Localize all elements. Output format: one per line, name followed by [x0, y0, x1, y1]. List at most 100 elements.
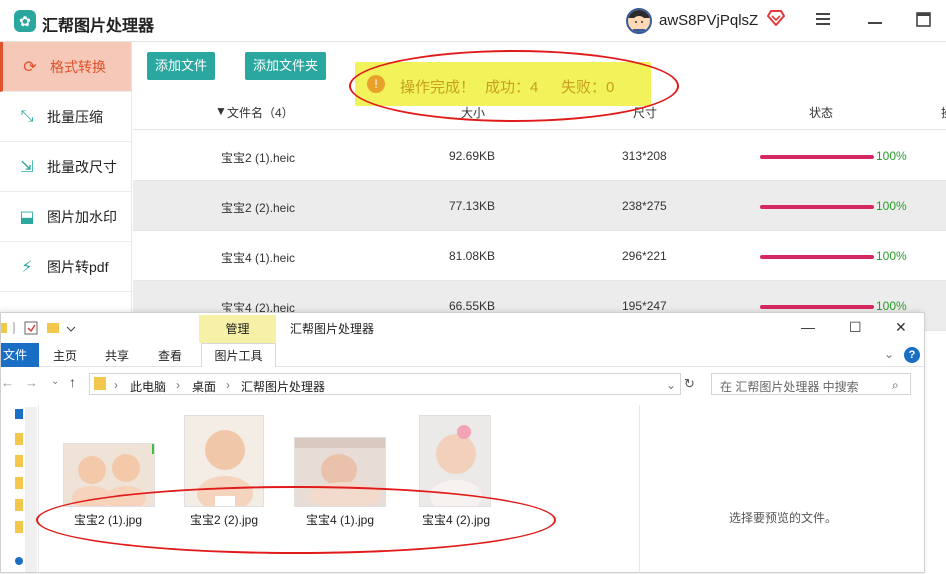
search-icon: ⌕ [892, 378, 899, 392]
row-filename: 宝宝4 (1).heic [221, 251, 296, 265]
chevron-down-icon[interactable]: ⌄ [884, 347, 894, 361]
chevron-right-icon: › [114, 378, 118, 392]
heart-diamond-icon[interactable] [766, 10, 786, 31]
maximize-icon[interactable] [916, 12, 932, 33]
minimize-icon[interactable] [868, 12, 884, 33]
sort-desc-icon[interactable]: ▼ [215, 104, 227, 118]
pdf-icon: ⚡ [21, 258, 33, 276]
progress-bar [760, 305, 874, 309]
annotation-oval [349, 50, 679, 122]
menu-icon[interactable] [816, 10, 832, 31]
sidebar-item-watermark[interactable]: ⬓ 图片加水印 [0, 192, 131, 242]
username[interactable]: awS8PVjPqlsZ [659, 12, 758, 29]
sidebar-item-label: 批量压缩 [47, 108, 103, 125]
sidebar-item-label: 图片加水印 [47, 208, 117, 225]
search-placeholder: 在 汇帮图片处理器 中搜索 [720, 380, 859, 394]
navigation-pane [1, 405, 39, 574]
convert-icon: ⟳ [23, 58, 37, 76]
address-bar[interactable]: › 此电脑 › 桌面 › 汇帮图片处理器 ⌄ [89, 373, 681, 395]
sidebar-item-resize[interactable]: ⇲ 批量改尺寸 [0, 142, 131, 192]
folder-icon[interactable] [15, 433, 23, 445]
ribbon-tab-file[interactable]: 文件 [1, 343, 39, 367]
title-bar: ✿ 汇帮图片处理器 awS8PVjPqlsZ [0, 0, 946, 42]
row-size: 81.08KB [449, 249, 496, 263]
add-folder-button[interactable]: 添加文件夹 [245, 52, 327, 80]
row-filename: 宝宝2 (2).heic [221, 201, 296, 215]
sidebar-item-label: 批量改尺寸 [47, 158, 117, 175]
sidebar-item-label: 图片转pdf [47, 258, 109, 275]
path-segment[interactable]: 此电脑 [130, 378, 166, 395]
annotation-oval [36, 486, 556, 554]
sidebar-item-compress[interactable]: ⤡ 批量压缩 [0, 92, 131, 142]
path-segment[interactable]: 桌面 [192, 378, 216, 395]
folder-icon[interactable] [15, 455, 23, 467]
manage-tab[interactable]: 管理 [199, 315, 276, 343]
table-row[interactable]: 宝宝4 (1).heic 81.08KB 296*221 100% [133, 231, 946, 281]
up-arrow-icon[interactable]: ↑ [69, 374, 76, 390]
header-filename[interactable]: 文件名（4） [227, 104, 294, 121]
app-title: 汇帮图片处理器 [42, 18, 155, 35]
sidebar-item-format-convert[interactable]: ⟳ 格式转换 [0, 42, 131, 92]
ribbon-tab-picture-tools[interactable]: 图片工具 [201, 343, 276, 367]
help-icon[interactable]: ? [904, 347, 920, 363]
row-filename: 宝宝2 (1).heic [221, 151, 296, 165]
table-row[interactable]: 宝宝2 (2).heic 77.13KB 238*275 100% [133, 181, 946, 231]
folder-icon[interactable] [15, 477, 23, 489]
row-size: 66.55KB [449, 299, 496, 313]
ribbon-tab-view[interactable]: 查看 [158, 347, 182, 364]
back-arrow-icon[interactable]: ← [1, 375, 14, 390]
app-window: ✿ 汇帮图片处理器 awS8PVjPqlsZ ⟳ 格式转换 ⤡ 批量压缩 ⇲ 批… [0, 0, 946, 574]
onedrive-icon[interactable] [15, 557, 23, 565]
sidebar: ⟳ 格式转换 ⤡ 批量压缩 ⇲ 批量改尺寸 ⬓ 图片加水印 ⚡ 图片转pdf [0, 42, 132, 312]
chevron-right-icon: › [226, 378, 230, 392]
ribbon-tab-home[interactable]: 主页 [53, 347, 77, 364]
watermark-icon: ⬓ [19, 208, 35, 226]
avatar[interactable] [626, 8, 652, 34]
progress-bar [760, 255, 874, 259]
user-face-icon [628, 10, 650, 32]
explorer-title: 汇帮图片处理器 [290, 322, 375, 336]
address-row: ← → ⌄ ↑ › 此电脑 › 桌面 › 汇帮图片处理器 ⌄ ↻ 在 汇帮图片处… [1, 371, 926, 397]
header-more[interactable]: 操 [941, 104, 946, 121]
explorer-title-bar: 管理 汇帮图片处理器 — ☐ ✕ [1, 313, 926, 343]
ribbon: 文件 主页 共享 查看 图片工具 ⌄ ? [1, 343, 926, 367]
row-progress: 100% [876, 149, 907, 163]
preview-pane-text: 选择要预览的文件。 [729, 511, 838, 525]
folder-icon [94, 377, 106, 390]
search-input[interactable]: 在 汇帮图片处理器 中搜索 ⌕ [711, 373, 911, 395]
folder-icon[interactable] [15, 521, 23, 533]
sidebar-item-to-pdf[interactable]: ⚡ 图片转pdf [0, 242, 131, 292]
ribbon-tab-share[interactable]: 共享 [105, 347, 129, 364]
add-file-button[interactable]: 添加文件 [147, 52, 216, 80]
preview-divider[interactable] [639, 405, 640, 574]
quick-access-toolbar-icon[interactable] [1, 321, 81, 335]
row-dimensions: 313*208 [622, 149, 667, 163]
resize-icon: ⇲ [20, 158, 34, 176]
row-dimensions: 195*247 [622, 299, 667, 313]
row-progress: 100% [876, 199, 907, 213]
row-dimensions: 296*221 [622, 249, 667, 263]
minimize-icon[interactable]: — [801, 319, 815, 335]
row-progress: 100% [876, 299, 907, 313]
progress-bar [760, 155, 874, 159]
table-row[interactable]: 宝宝2 (1).heic 92.69KB 313*208 100% [133, 131, 946, 181]
refresh-icon[interactable]: ↻ [684, 376, 695, 392]
compress-icon: ⤡ [20, 107, 34, 125]
path-segment[interactable]: 汇帮图片处理器 [241, 378, 325, 395]
sidebar-item-label: 格式转换 [50, 58, 106, 75]
scrollbar[interactable] [25, 407, 37, 572]
row-progress: 100% [876, 249, 907, 263]
pc-icon[interactable] [15, 409, 23, 419]
close-icon[interactable]: ✕ [895, 319, 907, 336]
row-size: 77.13KB [449, 199, 496, 213]
folder-icon[interactable] [15, 499, 23, 511]
forward-arrow-icon[interactable]: → [25, 375, 38, 390]
chevron-right-icon: › [176, 378, 180, 392]
chevron-down-icon[interactable]: ⌄ [666, 378, 676, 392]
maximize-icon[interactable]: ☐ [849, 319, 862, 336]
app-logo-icon: ✿ [14, 10, 36, 32]
header-status[interactable]: 状态 [809, 104, 833, 121]
recent-dropdown-icon[interactable]: ⌄ [51, 376, 59, 387]
row-size: 92.69KB [449, 149, 496, 163]
progress-bar [760, 205, 874, 209]
